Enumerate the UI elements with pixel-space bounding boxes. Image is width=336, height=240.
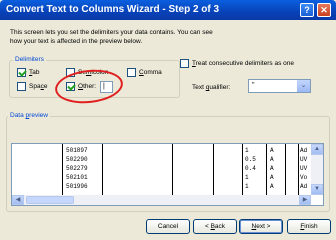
horizontal-scrollbar[interactable]: ◀ ▶ [12, 195, 311, 205]
scroll-left-icon[interactable]: ◀ [12, 195, 24, 205]
preview-value: 1 [245, 174, 249, 181]
checkbox-box[interactable] [17, 68, 26, 77]
scroll-right-icon[interactable]: ▶ [299, 195, 311, 205]
preview-code: A [270, 174, 274, 181]
column-break-line[interactable] [298, 144, 299, 195]
checkbox-box[interactable] [127, 68, 136, 77]
column-break-line[interactable] [62, 144, 63, 195]
checkbox-box[interactable] [180, 59, 189, 68]
back-button[interactable]: < Back [193, 219, 237, 234]
preview-id: 501996 [66, 183, 88, 190]
checkbox-box[interactable] [17, 82, 26, 91]
consecutive-delimiters-checkbox[interactable]: Treat consecutive delimiters as one [180, 59, 294, 68]
delimiters-legend: Delimiters [13, 56, 46, 63]
preview-type: UV [300, 165, 308, 172]
column-break-line[interactable] [172, 144, 173, 195]
next-button[interactable]: Next > [239, 219, 283, 234]
column-break-line[interactable] [102, 144, 103, 195]
tab-checkbox[interactable]: Tab [17, 68, 39, 77]
window-title: Convert Text to Columns Wizard - Step 2 … [6, 4, 220, 15]
column-break-line[interactable] [285, 144, 286, 195]
chevron-down-icon[interactable]: ⌄ [297, 80, 310, 92]
space-checkbox[interactable]: Space [17, 82, 47, 91]
comma-checkbox[interactable]: Comma [127, 68, 162, 77]
preview-value: 1 [245, 183, 249, 190]
preview-id: 502290 [66, 156, 88, 163]
close-icon: ✕ [320, 5, 328, 15]
help-icon: ? [304, 5, 310, 15]
column-break-line[interactable] [213, 144, 214, 195]
preview-id: 502279 [66, 165, 88, 172]
preview-id: 502101 [66, 174, 88, 181]
preview-code: A [270, 147, 274, 154]
preview-value: 1 [245, 147, 249, 154]
finish-button[interactable]: Finish [287, 219, 331, 234]
text-qualifier-select[interactable]: " ⌄ [248, 79, 311, 93]
close-button[interactable]: ✕ [317, 3, 331, 17]
comma-label: Comma [139, 69, 162, 76]
preview-type: Ad [300, 183, 308, 190]
text-qualifier-value: " [252, 82, 255, 89]
scroll-up-icon[interactable]: ▲ [311, 144, 323, 155]
cancel-button[interactable]: Cancel [146, 219, 190, 234]
preview-code: A [270, 183, 274, 190]
titlebar: Convert Text to Columns Wizard - Step 2 … [0, 0, 336, 20]
scroll-thumb[interactable] [26, 196, 74, 204]
preview-code: A [270, 165, 274, 172]
preview-id: 501897 [66, 147, 88, 154]
column-break-line[interactable] [266, 144, 267, 195]
scroll-down-icon[interactable]: ▼ [311, 184, 323, 195]
text-qualifier-label: Text qualifier: [192, 84, 231, 91]
preview-type: Vo [300, 174, 308, 181]
preview-type: UV [300, 156, 308, 163]
data-preview-legend: Data preview [8, 112, 50, 119]
preview-value: 0.4 [245, 165, 256, 172]
help-button[interactable]: ? [300, 3, 314, 17]
preview-value: 0.5 [245, 156, 256, 163]
column-break-line[interactable] [242, 144, 243, 195]
vertical-scrollbar[interactable]: ▲ ▼ [311, 144, 323, 195]
preview-code: A [270, 156, 274, 163]
instructions-text: This screen lets you set the delimiters … [10, 29, 213, 45]
space-label: Space [29, 83, 48, 90]
preview-type: Ad [300, 147, 308, 154]
tab-label: Tab [29, 69, 40, 76]
consecutive-label: Treat consecutive delimiters as one [192, 60, 295, 67]
